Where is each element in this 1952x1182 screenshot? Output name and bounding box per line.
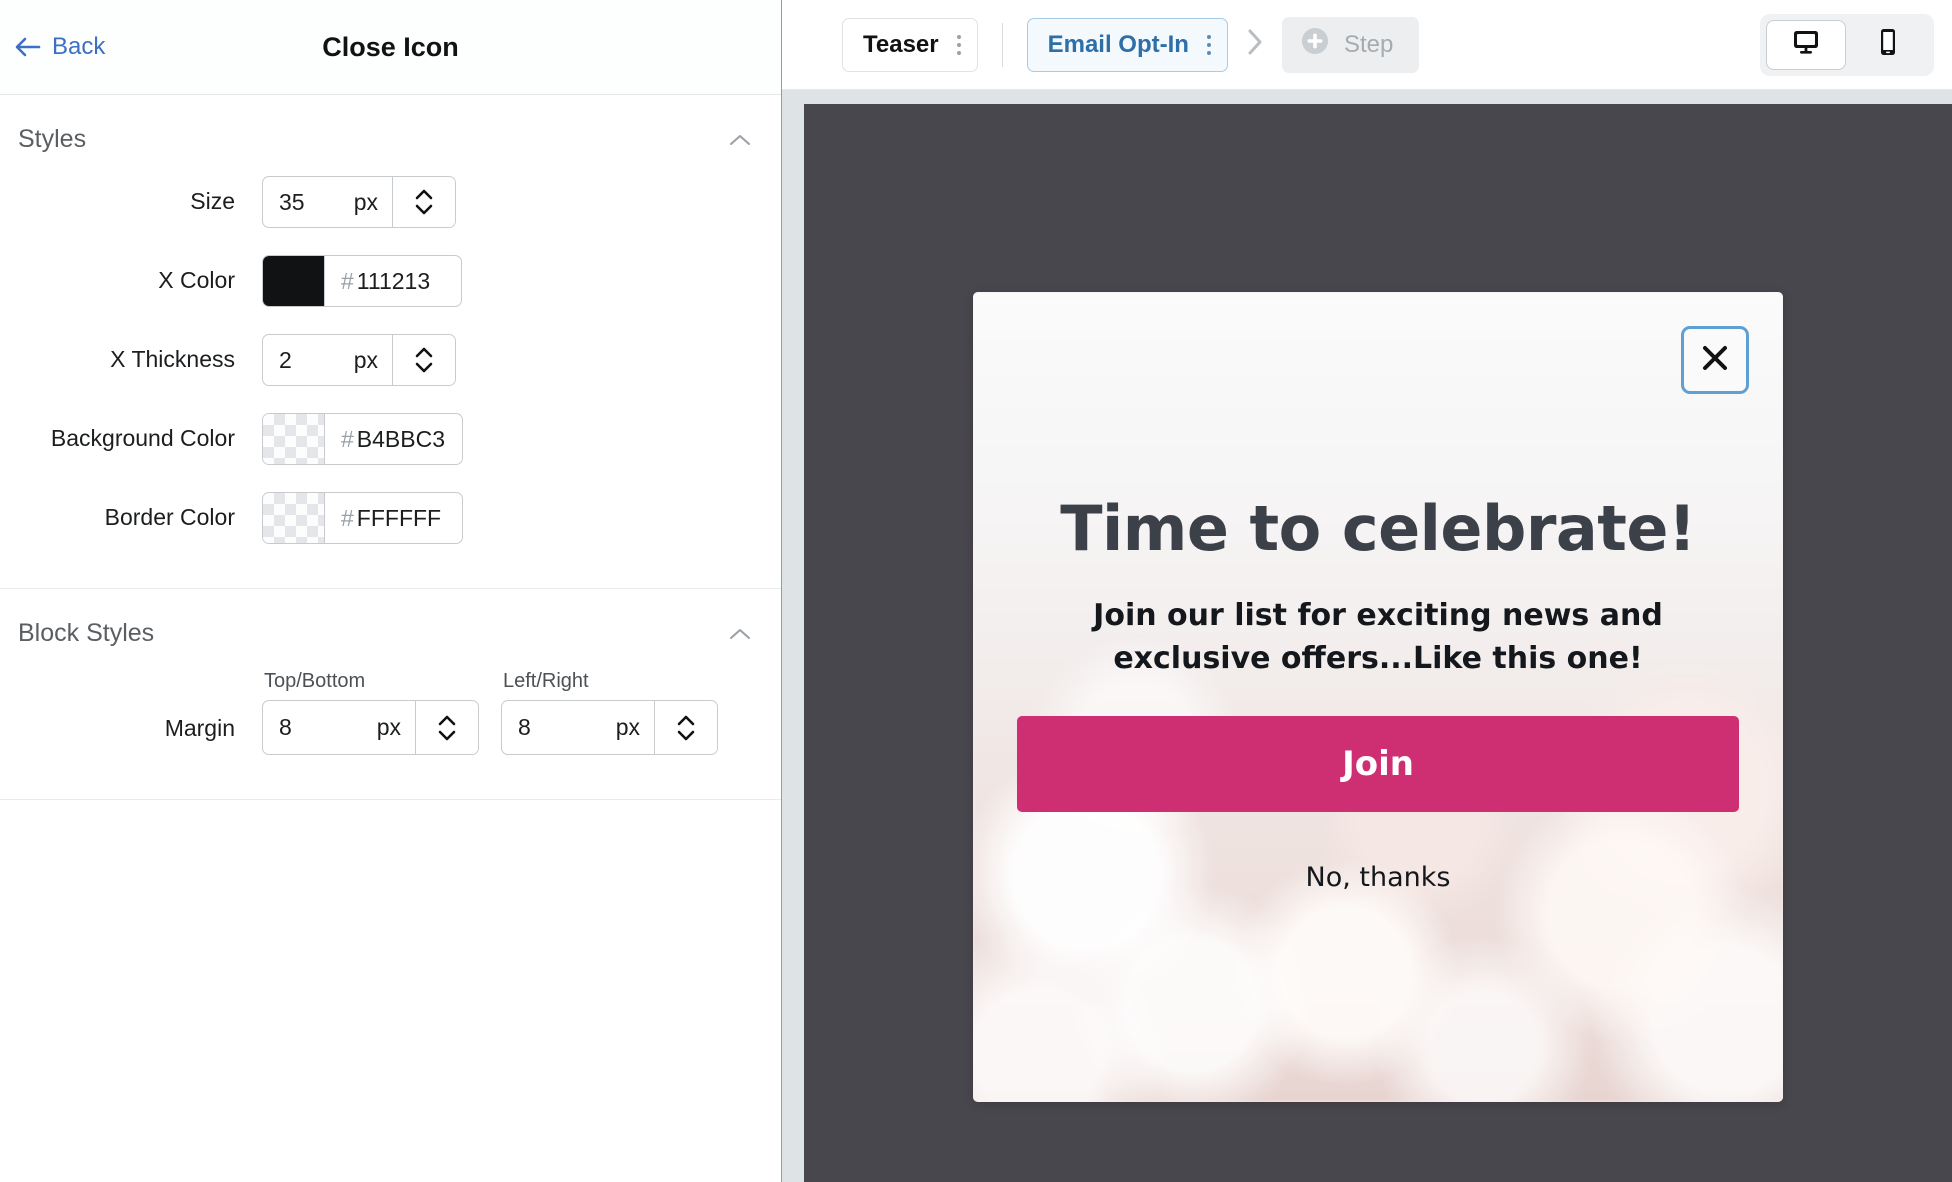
border-color-input[interactable]: # FFFFFF xyxy=(325,493,462,543)
margin-left-right-group: Left/Right 8 px xyxy=(501,670,718,755)
step-tabs: Teaser Email Opt-In Step xyxy=(842,16,1420,73)
field-size: Size 35 px xyxy=(0,176,781,228)
margin-top-bottom-input[interactable]: 8 px xyxy=(263,701,415,754)
x-color-value: 111213 xyxy=(356,267,431,294)
field-background-color: Background Color # B4BBC3 xyxy=(0,413,781,465)
chevron-up-icon[interactable] xyxy=(727,132,753,148)
toolbar-divider xyxy=(1001,22,1003,67)
chevron-right-icon[interactable] xyxy=(1244,26,1266,63)
tab-email-optin[interactable]: Email Opt-In xyxy=(1026,17,1228,72)
x-thickness-spinner[interactable] xyxy=(392,335,455,385)
margin-top-bottom-group: Top/Bottom 8 px xyxy=(262,670,479,755)
background-color-value: B4BBC3 xyxy=(356,425,446,452)
field-x-color: X Color # 111213 xyxy=(0,255,781,307)
margin-left-right-stepper[interactable]: 8 px xyxy=(501,700,718,755)
margin-top-bottom-stepper[interactable]: 8 px xyxy=(262,700,479,755)
field-x-thickness: X Thickness 2 px xyxy=(0,334,781,386)
section-block-styles-title: Block Styles xyxy=(18,619,155,647)
margin-left-right-input[interactable]: 8 px xyxy=(502,701,654,754)
monitor-icon xyxy=(1791,28,1821,61)
editor-toolbar: Teaser Email Opt-In Step xyxy=(782,0,1952,89)
section-block-styles-header[interactable]: Block Styles xyxy=(0,589,781,666)
border-color-value: FFFFFF xyxy=(356,504,442,531)
x-thickness-unit: px xyxy=(353,346,378,373)
popup-dismiss-link[interactable]: No, thanks xyxy=(1306,862,1451,893)
back-button[interactable]: Back xyxy=(14,33,105,61)
close-x-icon xyxy=(1698,341,1732,380)
popup-close-button[interactable] xyxy=(1681,326,1749,394)
border-color-swatch[interactable] xyxy=(263,493,325,543)
margin-left-right-unit: px xyxy=(615,714,640,740)
field-border-color: Border Color # FFFFFF xyxy=(0,492,781,544)
hash-symbol: # xyxy=(341,267,354,294)
popup-preview: Time to celebrate! Join our list for exc… xyxy=(973,292,1783,1102)
hash-symbol: # xyxy=(341,425,354,452)
margin-top-bottom-value: 8 xyxy=(279,714,292,740)
page-title: Close Icon xyxy=(322,31,459,62)
popup-cta-button[interactable]: Join xyxy=(1017,716,1739,813)
device-desktop-button[interactable] xyxy=(1766,19,1846,70)
size-stepper[interactable]: 35 px xyxy=(262,176,456,228)
background-color-swatch[interactable] xyxy=(263,414,325,464)
hash-symbol: # xyxy=(341,504,354,531)
margin-top-bottom-spinner[interactable] xyxy=(415,701,478,754)
mobile-icon xyxy=(1877,27,1899,62)
tab-email-optin-label: Email Opt-In xyxy=(1047,30,1189,58)
margin-top-bottom-caption: Top/Bottom xyxy=(264,670,366,692)
styles-fields: Size 35 px X Color # 111213 X Thickness … xyxy=(0,172,781,588)
editor-main: Teaser Email Opt-In Step Time to celebra… xyxy=(782,0,1952,1182)
add-step-button[interactable]: Step xyxy=(1281,16,1420,73)
x-color-input[interactable]: # 111213 xyxy=(325,256,461,306)
field-background-color-label: Background Color xyxy=(50,425,235,452)
field-border-color-label: Border Color xyxy=(104,504,235,531)
x-color-swatch[interactable] xyxy=(263,256,325,306)
size-input[interactable]: 35 px xyxy=(263,177,392,227)
x-thickness-input[interactable]: 2 px xyxy=(263,335,392,385)
field-x-thickness-label: X Thickness xyxy=(110,346,235,373)
field-margin-label: Margin xyxy=(164,715,235,741)
margin-left-right-spinner[interactable] xyxy=(654,701,717,754)
device-mobile-button[interactable] xyxy=(1848,20,1928,70)
preview-backdrop: Time to celebrate! Join our list for exc… xyxy=(804,104,1952,1182)
section-block-styles: Block Styles Margin Top/Bottom 8 px Left… xyxy=(0,589,781,800)
settings-sidebar: Back Close Icon Styles Size 35 px X Colo… xyxy=(0,0,782,1182)
plus-circle-icon xyxy=(1300,26,1330,63)
section-styles: Styles Size 35 px X Color # 111213 X Thi… xyxy=(0,95,781,589)
device-preview-toggle xyxy=(1760,13,1934,76)
block-styles-fields: Margin Top/Bottom 8 px Left/Right 8 px xyxy=(0,666,781,799)
tab-teaser-label: Teaser xyxy=(863,30,939,58)
tab-teaser[interactable]: Teaser xyxy=(842,17,978,72)
size-value: 35 xyxy=(279,188,305,215)
popup-content: Time to celebrate! Join our list for exc… xyxy=(973,292,1783,1102)
field-size-label: Size xyxy=(190,188,235,215)
size-spinner[interactable] xyxy=(392,177,455,227)
section-styles-title: Styles xyxy=(18,125,87,153)
size-unit: px xyxy=(353,188,378,215)
margin-left-right-caption: Left/Right xyxy=(503,670,589,692)
editor-app: Back Close Icon Styles Size 35 px X Colo… xyxy=(0,0,1952,1182)
back-label: Back xyxy=(52,33,106,60)
arrow-left-icon xyxy=(14,35,42,59)
margin-top-bottom-unit: px xyxy=(376,714,401,740)
email-optin-menu-icon[interactable] xyxy=(1206,34,1211,55)
sidebar-header: Back Close Icon xyxy=(0,0,781,95)
x-thickness-stepper[interactable]: 2 px xyxy=(262,334,456,386)
chevron-up-icon[interactable] xyxy=(727,626,753,642)
x-color-control[interactable]: # 111213 xyxy=(262,255,462,307)
preview-canvas-area: Time to celebrate! Join our list for exc… xyxy=(782,89,1952,1182)
section-styles-header[interactable]: Styles xyxy=(0,95,781,172)
background-color-input[interactable]: # B4BBC3 xyxy=(325,414,462,464)
margin-left-right-value: 8 xyxy=(518,714,531,740)
field-margin: Margin Top/Bottom 8 px Left/Right 8 px xyxy=(0,670,781,755)
popup-headline: Time to celebrate! xyxy=(1060,492,1696,565)
popup-subheadline: Join our list for exciting news and excl… xyxy=(1093,598,1663,676)
field-x-color-label: X Color xyxy=(158,267,235,294)
border-color-control[interactable]: # FFFFFF xyxy=(262,492,463,544)
background-color-control[interactable]: # B4BBC3 xyxy=(262,413,463,465)
teaser-menu-icon[interactable] xyxy=(956,34,961,55)
add-step-label: Step xyxy=(1343,30,1394,58)
x-thickness-value: 2 xyxy=(279,346,292,373)
